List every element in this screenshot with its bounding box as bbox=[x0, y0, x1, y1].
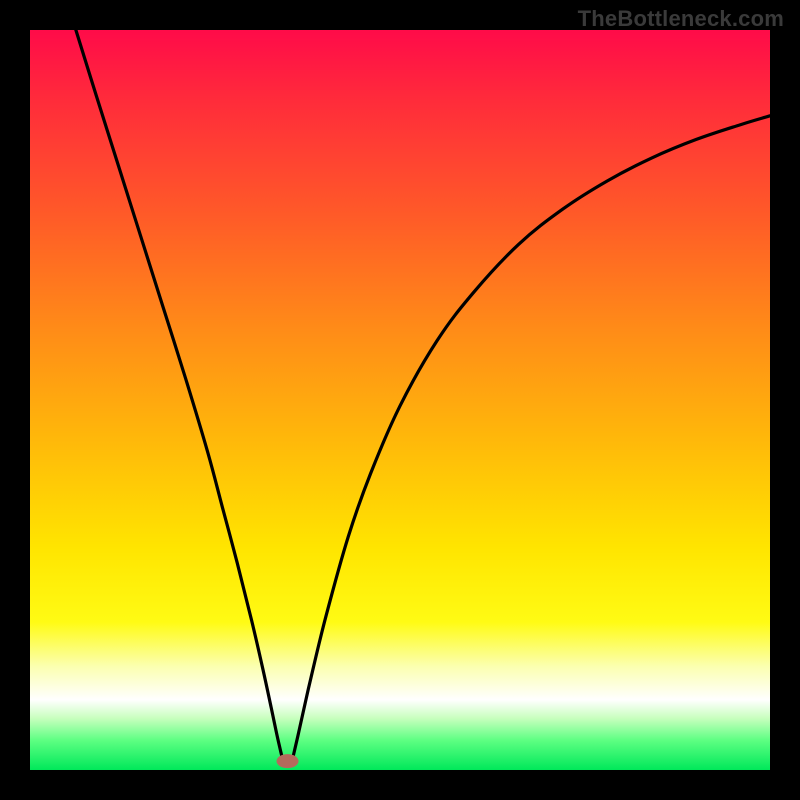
vertex-marker bbox=[277, 754, 299, 768]
plot-area bbox=[30, 30, 770, 770]
curve-left-branch bbox=[76, 30, 282, 755]
curve-right-branch bbox=[293, 116, 770, 755]
chart-frame: TheBottleneck.com bbox=[0, 0, 800, 800]
curve-layer bbox=[30, 30, 770, 770]
watermark-text: TheBottleneck.com bbox=[578, 6, 784, 32]
